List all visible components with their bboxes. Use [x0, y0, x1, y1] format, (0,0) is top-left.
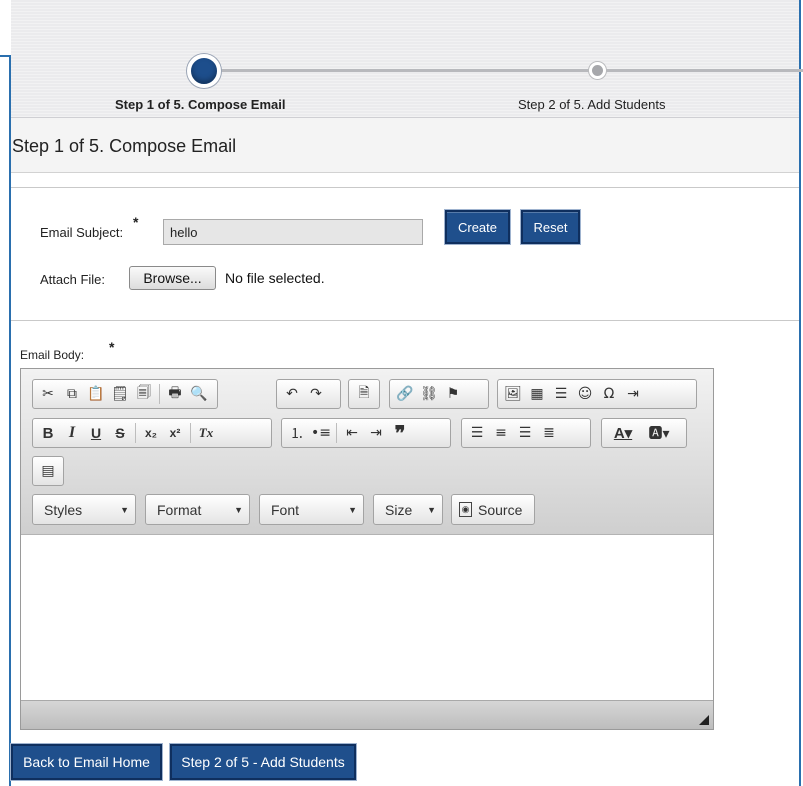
redo-icon[interactable]: ↷ — [304, 382, 328, 406]
page-break-icon[interactable]: ⇥ — [621, 382, 645, 406]
toolbar-group-templates: 🗎 — [348, 379, 380, 409]
toolbar-group-extra: ▤ — [32, 456, 64, 486]
step-1-label: Step 1 of 5. Compose Email — [115, 97, 286, 112]
format-dropdown[interactable]: Format ▼ — [145, 494, 250, 525]
bulleted-list-icon[interactable]: •≡ — [309, 421, 333, 445]
image-icon[interactable]: 🖼 — [501, 382, 525, 406]
step-1-indicator — [187, 54, 221, 88]
styles-dropdown[interactable]: Styles ▼ — [32, 494, 136, 525]
toolbar-separator — [336, 423, 337, 443]
chevron-down-icon: ▼ — [348, 504, 357, 515]
browse-button[interactable]: Browse... — [129, 266, 216, 290]
subject-input[interactable] — [163, 219, 423, 245]
resize-handle-icon[interactable] — [699, 715, 709, 725]
superscript-icon[interactable]: x² — [163, 421, 187, 445]
align-center-icon[interactable]: ≡ — [489, 421, 513, 445]
align-right-icon[interactable]: ☰ — [513, 421, 537, 445]
smiley-icon[interactable]: ☺ — [573, 382, 597, 406]
toolbar-group-insert: 🖼 ▦ ☰ ☺ Ω ⇥ — [497, 379, 697, 409]
paste-text-icon[interactable]: 🗒 — [108, 382, 132, 406]
editor-content-area[interactable] — [21, 535, 713, 700]
subject-label: Email Subject: — [40, 225, 124, 240]
body-required-mark: * — [109, 339, 115, 355]
font-dropdown[interactable]: Font ▼ — [259, 494, 364, 525]
chevron-down-icon: ▼ — [427, 504, 436, 515]
toolbar-group-align: ☰ ≡ ☰ ≣ — [461, 418, 591, 448]
background-color-icon[interactable]: 🅰▾ — [641, 421, 677, 445]
size-dropdown[interactable]: Size ▼ — [373, 494, 443, 525]
iframe-icon[interactable]: ▤ — [36, 459, 60, 483]
source-icon: ◉ — [459, 502, 472, 517]
anchor-icon[interactable]: ⚑ — [441, 382, 465, 406]
undo-icon[interactable]: ↶ — [280, 382, 304, 406]
unlink-icon[interactable]: ⛓ — [417, 382, 441, 406]
numbered-list-icon[interactable]: ⒈ — [285, 421, 309, 445]
back-to-email-home-button[interactable]: Back to Email Home — [11, 744, 162, 780]
page-title: Step 1 of 5. Compose Email — [11, 118, 799, 173]
underline-icon[interactable]: U — [84, 421, 108, 445]
compose-form — [11, 189, 799, 321]
toolbar-separator — [135, 423, 136, 443]
bold-icon[interactable]: B — [36, 421, 60, 445]
source-button[interactable]: ◉ Source — [451, 494, 535, 525]
link-icon[interactable]: 🔗 — [393, 382, 417, 406]
preview-icon[interactable]: 🔍 — [187, 382, 211, 406]
cut-icon[interactable]: ✂ — [36, 382, 60, 406]
outdent-icon[interactable]: ⇤ — [340, 421, 364, 445]
templates-icon[interactable]: 🗎 — [352, 382, 376, 406]
toolbar-group-links: 🔗 ⛓ ⚑ — [389, 379, 489, 409]
align-left-icon[interactable]: ☰ — [465, 421, 489, 445]
print-icon[interactable]: 🖶 — [163, 382, 187, 406]
size-dropdown-label: Size — [385, 501, 413, 518]
strikethrough-icon[interactable]: S — [108, 421, 132, 445]
toolbar-separator — [159, 384, 160, 404]
toolbar-group-clipboard: ✂ ⧉ 📋 🗒 🗐 🖶 🔍 — [32, 379, 218, 409]
reset-button[interactable]: Reset — [521, 210, 580, 244]
attach-file-label: Attach File: — [40, 272, 106, 287]
wizard-steps: Step 1 of 5. Compose Email Step 2 of 5. … — [11, 0, 803, 118]
step-2-label: Step 2 of 5. Add Students — [518, 97, 666, 112]
toolbar-group-history: ↶ ↷ — [276, 379, 341, 409]
file-status: No file selected. — [225, 270, 325, 286]
step-2-indicator — [589, 62, 606, 79]
email-body-label: Email Body: — [20, 348, 85, 362]
create-button[interactable]: Create — [445, 210, 510, 244]
wizard-progress-line — [205, 69, 803, 72]
chevron-down-icon: ▼ — [120, 504, 129, 515]
subject-required-mark: * — [133, 214, 139, 230]
font-dropdown-label: Font — [271, 501, 300, 518]
styles-dropdown-label: Styles — [44, 501, 83, 518]
special-char-icon[interactable]: Ω — [597, 382, 621, 406]
toolbar-group-colors: A▾ 🅰▾ — [601, 418, 687, 448]
chevron-down-icon: ▼ — [234, 504, 243, 515]
next-step-button[interactable]: Step 2 of 5 - Add Students — [170, 744, 356, 780]
text-color-icon[interactable]: A▾ — [605, 421, 641, 445]
editor-statusbar — [21, 700, 713, 729]
table-icon[interactable]: ▦ — [525, 382, 549, 406]
source-button-label: Source — [478, 501, 523, 518]
horizontal-rule-icon[interactable]: ☰ — [549, 382, 573, 406]
align-justify-icon[interactable]: ≣ — [537, 421, 561, 445]
paste-icon[interactable]: 📋 — [84, 382, 108, 406]
rich-text-editor: ✂ ⧉ 📋 🗒 🗐 🖶 🔍 ↶ ↷ 🗎 🔗 ⛓ ⚑ 🖼 ▦ ☰ ☺ Ω ⇥ B … — [20, 368, 714, 730]
editor-toolbar: ✂ ⧉ 📋 🗒 🗐 🖶 🔍 ↶ ↷ 🗎 🔗 ⛓ ⚑ 🖼 ▦ ☰ ☺ Ω ⇥ B … — [21, 369, 713, 535]
format-dropdown-label: Format — [157, 501, 202, 518]
paste-word-icon[interactable]: 🗐 — [132, 382, 156, 406]
blockquote-icon[interactable]: ❞ — [388, 421, 412, 445]
divider — [11, 174, 799, 188]
toolbar-group-basicstyles: B I U S x₂ x² Tx — [32, 418, 272, 448]
toolbar-separator — [190, 423, 191, 443]
indent-icon[interactable]: ⇥ — [364, 421, 388, 445]
remove-format-icon[interactable]: Tx — [194, 421, 218, 445]
subscript-icon[interactable]: x₂ — [139, 421, 163, 445]
copy-icon[interactable]: ⧉ — [60, 382, 84, 406]
toolbar-group-paragraph: ⒈ •≡ ⇤ ⇥ ❞ — [281, 418, 451, 448]
italic-icon[interactable]: I — [60, 421, 84, 445]
